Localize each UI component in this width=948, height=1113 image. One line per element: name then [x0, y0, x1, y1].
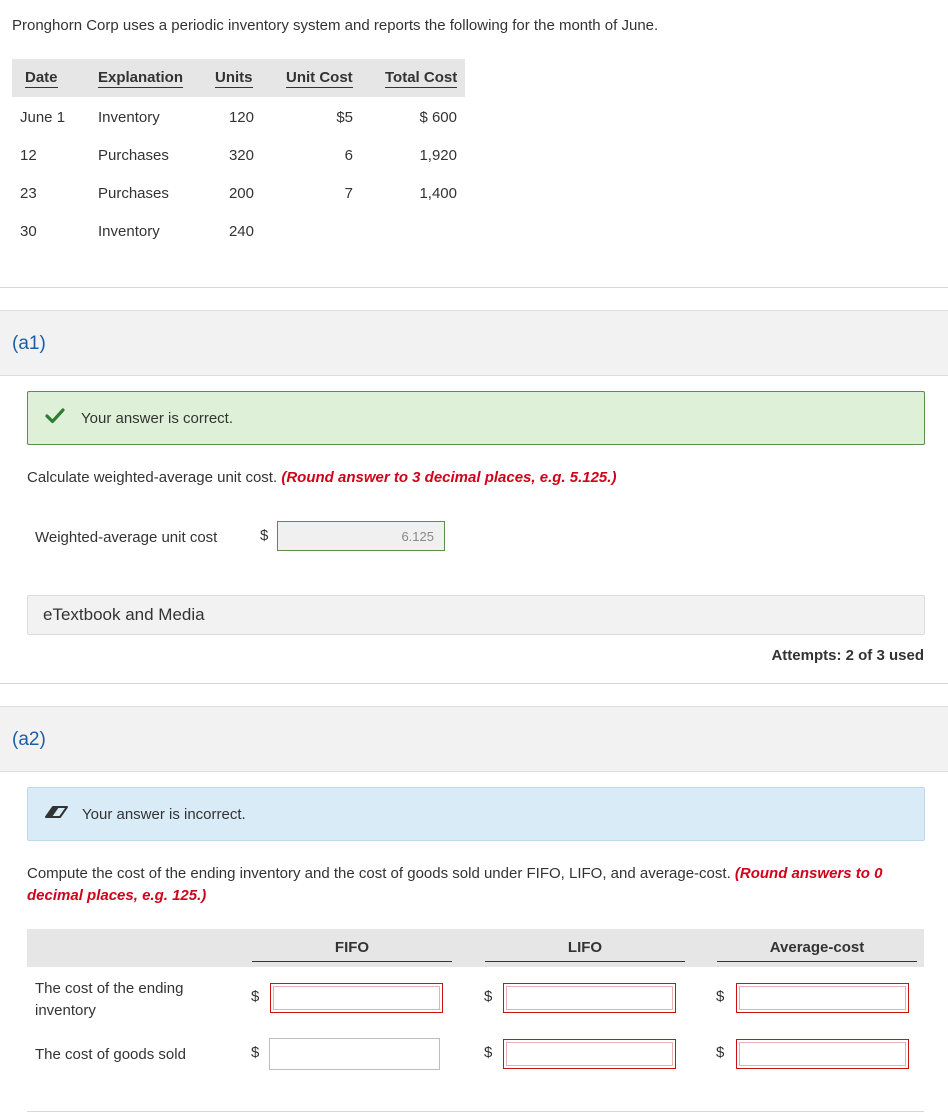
- cell-units: 320: [228, 147, 254, 164]
- currency-symbol: $: [251, 988, 260, 1005]
- currency-symbol: $: [251, 1044, 260, 1061]
- rounding-note: (Round answer to 3 decimal places, e.g. …: [281, 469, 617, 486]
- instruction-text: Calculate weighted-average unit cost.: [27, 469, 278, 486]
- cell-unit-cost: 7: [344, 185, 353, 202]
- col-unit-cost-header: Unit Cost: [286, 69, 353, 88]
- currency-symbol: $: [716, 1044, 725, 1061]
- average-cost-ending-inventory-input[interactable]: [736, 983, 909, 1013]
- cell-total-cost: $ 600: [419, 109, 457, 126]
- cell-date: 30: [20, 223, 37, 240]
- cell-explanation: Purchases: [98, 147, 169, 164]
- a2-instruction: Compute the cost of the ending inventory…: [27, 865, 882, 882]
- inventory-table-header: Date Explanation Units Unit Cost Total C…: [12, 59, 465, 97]
- section-a2-header: (a2): [0, 706, 948, 772]
- lifo-ending-inventory-input[interactable]: [503, 983, 676, 1013]
- col-date-header: Date: [25, 69, 58, 88]
- cost-of-goods-sold-label: The cost of goods sold: [35, 1046, 186, 1063]
- col-lifo-header: LIFO: [485, 939, 685, 962]
- lifo-cogs-input[interactable]: [503, 1039, 676, 1069]
- cell-units: 120: [228, 109, 254, 126]
- section-a1-label: (a1): [12, 333, 46, 354]
- divider: [0, 287, 948, 288]
- rounding-note: (Round answers to 0: [734, 865, 883, 882]
- problem-intro: Pronghorn Corp uses a periodic inventory…: [12, 17, 659, 34]
- cell-total-cost: 1,400: [419, 185, 457, 202]
- a2-instruction-line2: decimal places, e.g. 125.): [27, 887, 206, 904]
- average-cost-cogs-input[interactable]: [736, 1039, 909, 1069]
- cell-units: 240: [228, 223, 254, 240]
- cell-date: June 1: [20, 109, 66, 126]
- weighted-average-unit-cost-input[interactable]: 6.125: [277, 521, 445, 551]
- cell-explanation: Inventory: [98, 223, 160, 240]
- methods-table-header: FIFO LIFO Average-cost: [27, 929, 924, 967]
- rounding-note: decimal places, e.g. 125.): [27, 887, 207, 904]
- attempts-counter: Attempts: 2 of 3 used: [771, 647, 924, 664]
- incorrect-feedback-banner: Your answer is incorrect.: [27, 787, 925, 841]
- fifo-ending-inventory-input[interactable]: [270, 983, 443, 1013]
- etextbook-media-panel[interactable]: eTextbook and Media: [27, 595, 925, 635]
- currency-symbol: $: [484, 1044, 493, 1061]
- instruction-text: Compute the cost of the ending inventory…: [27, 865, 731, 882]
- cell-date: 23: [20, 185, 37, 202]
- cell-units: 200: [228, 185, 254, 202]
- cell-explanation: Inventory: [98, 109, 160, 126]
- a1-instruction: Calculate weighted-average unit cost. (R…: [27, 469, 616, 486]
- divider: [27, 1111, 924, 1112]
- currency-symbol: $: [484, 988, 493, 1005]
- currency-symbol: $: [260, 527, 269, 544]
- weighted-average-unit-cost-label: Weighted-average unit cost: [35, 529, 218, 546]
- col-units-header: Units: [215, 69, 253, 88]
- col-average-cost-header: Average-cost: [717, 939, 917, 962]
- checkmark-icon: [45, 407, 65, 430]
- feedback-text: Your answer is correct.: [81, 410, 234, 427]
- cell-unit-cost: $5: [336, 109, 353, 126]
- cell-unit-cost: 6: [344, 147, 353, 164]
- col-explanation-header: Explanation: [98, 69, 184, 88]
- cell-explanation: Purchases: [98, 185, 169, 202]
- col-fifo-header: FIFO: [252, 939, 452, 962]
- ending-inventory-label: The cost of the ending inventory: [35, 980, 184, 1019]
- etextbook-media-label[interactable]: eTextbook and Media: [43, 605, 205, 625]
- section-a2-label: (a2): [12, 729, 46, 750]
- feedback-text: Your answer is incorrect.: [82, 806, 246, 823]
- fifo-cogs-input[interactable]: [269, 1038, 440, 1070]
- col-total-cost-header: Total Cost: [385, 69, 458, 88]
- currency-symbol: $: [716, 988, 725, 1005]
- section-a1-header: (a1): [0, 310, 948, 376]
- correct-feedback-banner: Your answer is correct.: [27, 391, 925, 445]
- eraser-icon: [43, 803, 69, 826]
- divider: [0, 683, 948, 684]
- cell-date: 12: [20, 147, 37, 164]
- cell-total-cost: 1,920: [419, 147, 457, 164]
